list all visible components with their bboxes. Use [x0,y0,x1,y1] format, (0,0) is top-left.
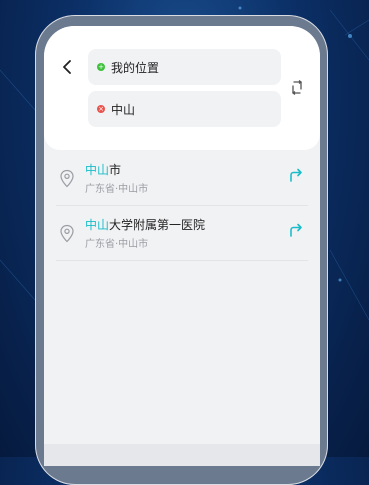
navigate-arrow-icon[interactable] [288,167,304,183]
start-location-field[interactable]: + 我的位置 [88,49,281,85]
chevron-left-icon [63,60,71,74]
result-name-rest: 市 [109,163,122,177]
result-name: 中山大学附属第一医院 [85,216,205,233]
result-name: 中山市 [85,161,121,178]
destination-input: 中山 [111,102,136,117]
start-location-label: 我的位置 [111,60,160,75]
list-item[interactable]: 中山大学附属第一医院 广东省·中山市 [56,208,308,261]
route-input-panel: + 我的位置 × 中山 [44,26,320,150]
result-address: 广东省·中山市 [85,239,149,250]
result-address: 广东省·中山市 [85,184,149,195]
back-button[interactable] [58,56,76,78]
navigate-arrow-icon[interactable] [288,222,304,238]
start-dot-icon: + [97,63,105,71]
bottom-navigation-bar [44,444,320,466]
result-name-highlight: 中山 [85,218,110,232]
result-name-highlight: 中山 [85,163,110,177]
swap-icon[interactable] [290,80,304,96]
app-screen: + 我的位置 × 中山 中山市 广东省·中山市 中山大学附属第一医院 广东省·中… [44,26,320,466]
destination-dot-icon: × [97,105,105,113]
location-pin-icon [60,169,74,188]
destination-field[interactable]: × 中山 [88,91,281,127]
location-pin-icon [60,224,74,243]
list-item[interactable]: 中山市 广东省·中山市 [56,153,308,206]
result-name-rest: 大学附属第一医院 [109,218,206,232]
